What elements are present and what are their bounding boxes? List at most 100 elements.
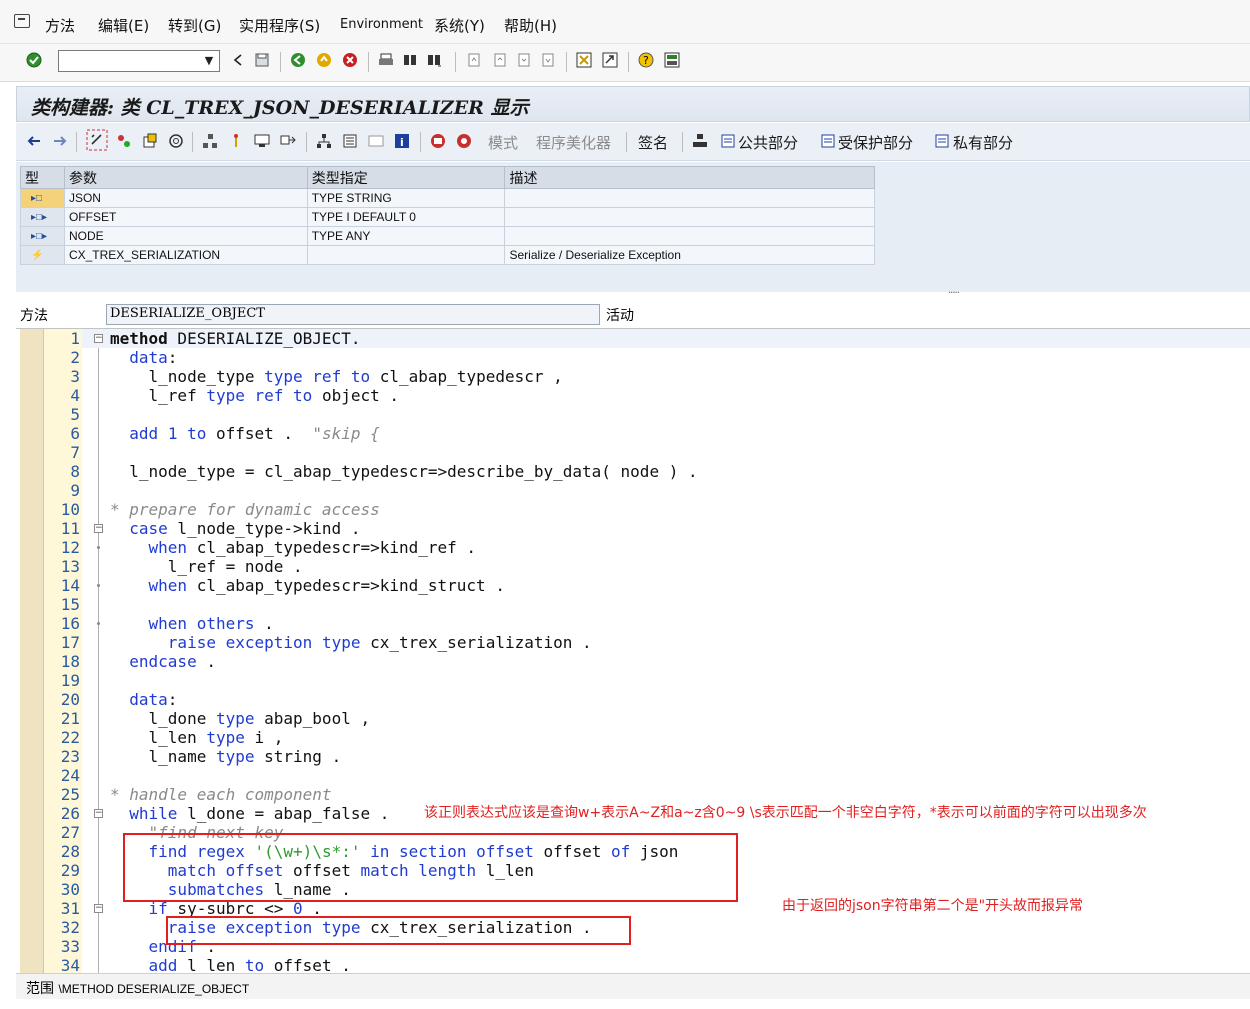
col-type-header[interactable]: 型 [20,166,65,189]
code-line[interactable]: 5 [44,405,1250,424]
new-session-icon[interactable] [576,52,592,68]
print-icon[interactable] [378,52,394,68]
next-page-icon[interactable] [516,52,532,68]
save-icon[interactable] [254,52,270,68]
menu-environment[interactable]: Environment [340,17,423,32]
menu-method[interactable]: 方法 [45,15,75,36]
code-line[interactable]: 22 l_len type i , [44,728,1250,747]
code-line[interactable]: 2 data: [44,348,1250,367]
fold-toggle-icon[interactable]: − [94,334,103,343]
mode-button[interactable]: 模式 [488,132,518,153]
param-name[interactable]: OFFSET [63,207,308,227]
param-type[interactable]: TYPE ANY [306,226,506,246]
window-icon[interactable] [368,133,384,149]
exit-icon[interactable] [316,52,332,68]
menu-edit[interactable]: 编辑(E) [98,15,149,36]
green-back-icon[interactable] [290,52,306,68]
param-desc[interactable] [504,188,875,208]
fold-toggle-icon[interactable]: − [94,524,103,533]
private-section-icon[interactable] [934,133,950,149]
find-icon[interactable] [402,52,418,68]
code-line[interactable]: 18 endcase . [44,652,1250,671]
param-desc[interactable] [504,207,875,227]
breakpoint-icon[interactable] [430,133,446,149]
object-list-icon[interactable] [202,133,218,149]
private-section-button[interactable]: 私有部分 [953,132,1013,153]
menu-goto[interactable]: 转到(G) [168,15,221,36]
code-line[interactable]: 19 [44,671,1250,690]
shortcut-icon[interactable] [602,52,618,68]
protected-section-button[interactable]: 受保护部分 [838,132,913,153]
activate-icon[interactable] [142,133,158,149]
code-line[interactable]: 3 l_node_type type ref to cl_abap_typede… [44,367,1250,386]
code-line[interactable]: 8 l_node_type = cl_abap_typedescr=>descr… [44,462,1250,481]
system-menu-icon[interactable] [14,14,30,28]
param-type[interactable]: TYPE I DEFAULT 0 [306,207,506,227]
inactive-objects-icon[interactable] [280,133,296,149]
arrow-left-icon[interactable] [26,133,42,149]
param-type[interactable]: TYPE STRING [306,188,506,208]
code-line[interactable]: 11 − case l_node_type->kind . [44,519,1250,538]
protected-section-icon[interactable] [820,133,836,149]
last-page-icon[interactable] [540,52,556,68]
col-typing-header[interactable]: 类型指定 [306,166,506,189]
cancel-icon[interactable] [342,52,358,68]
display-change-icon[interactable] [86,129,108,151]
info-icon[interactable]: i [394,133,410,149]
code-line[interactable]: 1 − method DESERIALIZE_OBJECT. [44,329,1250,348]
list-icon[interactable] [342,133,358,149]
back-icon[interactable] [230,52,246,68]
param-type[interactable] [306,245,506,265]
external-breakpoint-icon[interactable] [456,133,472,149]
code-line[interactable]: 14 when cl_abap_typedescr=>kind_struct . [44,576,1250,595]
param-name[interactable]: CX_TREX_SERIALIZATION [63,245,308,265]
fold-toggle-icon[interactable]: − [94,904,103,913]
col-desc-header[interactable]: 描述 [504,166,875,189]
code-line[interactable]: 16 when others . [44,614,1250,633]
code-line[interactable]: 9 [44,481,1250,500]
code-line[interactable]: 15 [44,595,1250,614]
param-name[interactable]: NODE [63,226,308,246]
table-row[interactable]: ⚡ CX_TREX_SERIALIZATION Serialize / Dese… [20,245,875,265]
chevron-down-icon[interactable]: ▼ [201,53,217,69]
pretty-printer-button[interactable]: 程序美化器 [536,132,611,153]
code-line[interactable]: 7 [44,443,1250,462]
col-param-header[interactable]: 参数 [63,166,308,189]
hierarchy-icon[interactable] [254,133,270,149]
code-line[interactable]: 24 [44,766,1250,785]
code-line[interactable]: 20 data: [44,690,1250,709]
table-row[interactable]: ▸□▸ OFFSET TYPE I DEFAULT 0 [20,207,875,227]
method-name-field[interactable]: DESERIALIZE_OBJECT [106,304,600,325]
code-line[interactable]: 4 l_ref type ref to object . [44,386,1250,405]
code-line[interactable]: 17 raise exception type cx_trex_serializ… [44,633,1250,652]
fold-toggle-icon[interactable]: − [94,809,103,818]
menu-system[interactable]: 系统(Y) [434,15,485,36]
code-line[interactable]: 21 l_done type abap_bool , [44,709,1250,728]
param-desc[interactable]: Serialize / Deserialize Exception [504,245,875,265]
code-line[interactable]: 23 l_name type string . [44,747,1250,766]
public-section-icon[interactable] [720,133,736,149]
navigation-icon[interactable] [228,133,244,149]
enter-check-icon[interactable] [26,52,42,68]
check-icon[interactable] [116,133,132,149]
splitter-grip[interactable]: ····· [948,288,960,299]
tree-icon[interactable] [316,133,332,149]
code-line[interactable]: 10 * prepare for dynamic access [44,500,1250,519]
table-row[interactable]: ▸□ JSON TYPE STRING [20,188,875,208]
code-line[interactable]: 34 add l_len to offset . [44,956,1250,973]
signature-button[interactable]: 签名 [638,132,668,153]
code-line[interactable]: 13 l_ref = node . [44,557,1250,576]
code-editor[interactable]: 1− method DESERIALIZE_OBJECT. 2 data: 3 l_n… [16,328,1250,973]
arrow-right-icon[interactable] [52,133,68,149]
layout-icon[interactable] [664,52,680,68]
menu-utilities[interactable]: 实用程序(S) [239,15,320,36]
public-section-button[interactable]: 公共部分 [738,132,798,153]
menu-help[interactable]: 帮助(H) [504,15,557,36]
code-line[interactable]: 12 when cl_abap_typedescr=>kind_ref . [44,538,1250,557]
first-page-icon[interactable] [466,52,482,68]
code-line[interactable]: 6 add 1 to offset . "skip { [44,424,1250,443]
help-icon[interactable]: ? [638,52,654,68]
where-used-icon[interactable] [168,133,184,149]
param-name[interactable]: JSON [63,188,308,208]
param-desc[interactable] [504,226,875,246]
